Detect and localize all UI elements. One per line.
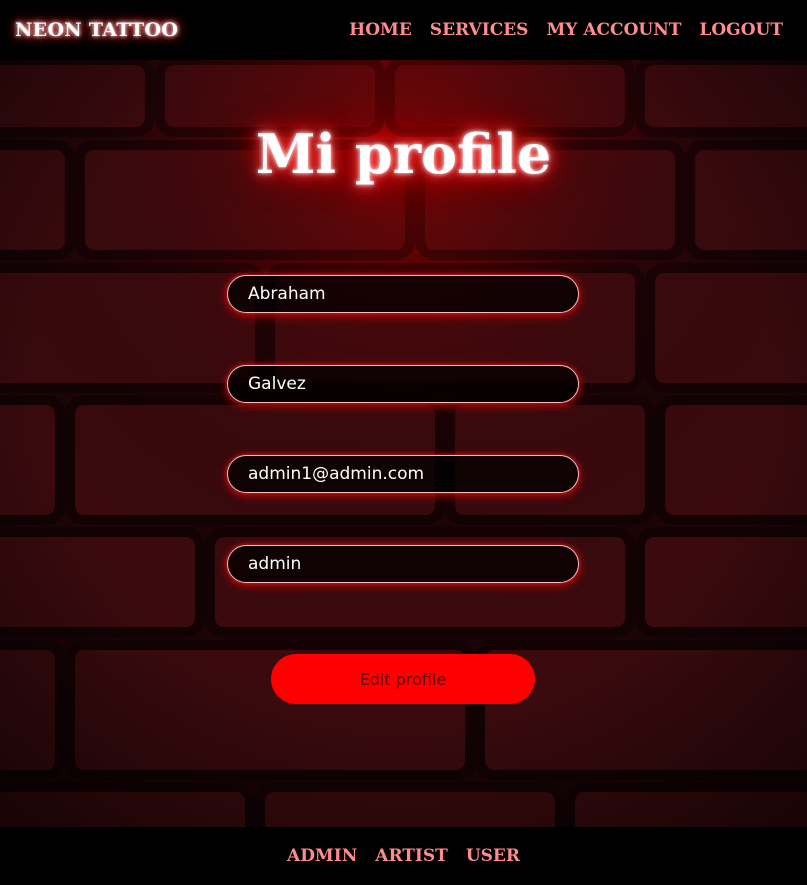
nav-links: HOME SERVICES MY ACCOUNT LOGOUT xyxy=(349,20,783,40)
page-title: Mi profile xyxy=(255,122,552,186)
nav-link-my-account[interactable]: MY ACCOUNT xyxy=(546,20,681,40)
email-field[interactable] xyxy=(227,455,579,493)
nav-link-services[interactable]: SERVICES xyxy=(430,20,529,40)
profile-page: Mi profile Edit profile xyxy=(0,60,807,827)
brand-logo[interactable]: NEON TATTOO xyxy=(15,19,178,41)
edit-profile-button[interactable]: Edit profile xyxy=(271,654,535,704)
footer-link-artist[interactable]: ARTIST xyxy=(375,846,448,866)
last-name-field[interactable] xyxy=(227,365,579,403)
role-field[interactable] xyxy=(227,545,579,583)
footer: ADMIN ARTIST USER xyxy=(0,827,807,885)
nav-link-logout[interactable]: LOGOUT xyxy=(699,20,783,40)
nav-link-home[interactable]: HOME xyxy=(349,20,412,40)
footer-link-user[interactable]: USER xyxy=(466,846,520,866)
first-name-field[interactable] xyxy=(227,275,579,313)
footer-link-admin[interactable]: ADMIN xyxy=(287,846,357,866)
navbar: NEON TATTOO HOME SERVICES MY ACCOUNT LOG… xyxy=(0,0,807,60)
